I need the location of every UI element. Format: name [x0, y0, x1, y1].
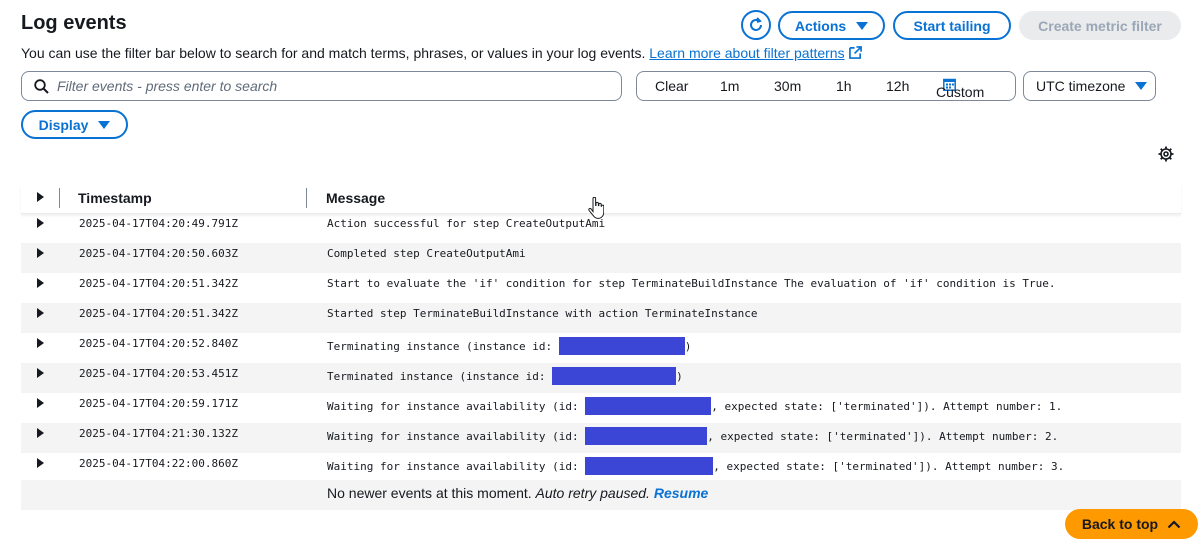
- row-message: Waiting for instance availability (id: ,…: [327, 397, 1062, 415]
- caret-down-icon: [1135, 82, 1148, 90]
- redacted-instance-id: [585, 427, 708, 445]
- create-metric-filter-button[interactable]: Create metric filter: [1019, 11, 1181, 40]
- table-row[interactable]: 2025-04-17T04:20:59.171Z Waiting for ins…: [21, 393, 1181, 423]
- range-30m[interactable]: 30m: [774, 78, 801, 94]
- external-link-icon: [848, 46, 862, 59]
- table-row[interactable]: 2025-04-17T04:20:52.840Z Terminating ins…: [21, 333, 1181, 363]
- caret-down-icon: [98, 120, 111, 129]
- range-12h[interactable]: 12h: [886, 78, 909, 94]
- range-custom-button[interactable]: Custom: [936, 78, 984, 100]
- column-divider[interactable]: [306, 188, 307, 208]
- timezone-select[interactable]: UTC timezone: [1023, 71, 1156, 101]
- page-title: Log events: [21, 12, 127, 34]
- row-message: Completed step CreateOutputAmi: [327, 247, 526, 260]
- search-icon: [34, 78, 49, 94]
- time-range-selector: Clear 1m 30m 1h 12h Custom: [636, 71, 1016, 101]
- row-timestamp: 2025-04-17T04:20:59.171Z: [79, 397, 238, 410]
- expand-row-icon[interactable]: [37, 338, 44, 348]
- row-message: Started step TerminateBuildInstance with…: [327, 307, 758, 320]
- row-timestamp: 2025-04-17T04:20:53.451Z: [79, 367, 238, 380]
- table-row[interactable]: 2025-04-17T04:20:51.342Z Start to evalua…: [21, 273, 1181, 303]
- hand-pointer-cursor-icon: [588, 197, 604, 219]
- learn-more-link[interactable]: Learn more about filter patterns: [649, 45, 862, 61]
- start-tailing-button[interactable]: Start tailing: [893, 11, 1011, 40]
- status-text: No newer events at this moment.: [327, 485, 532, 501]
- column-header-timestamp[interactable]: Timestamp: [78, 190, 152, 206]
- actions-button[interactable]: Actions: [778, 11, 885, 40]
- auto-retry-text: Auto retry paused.: [535, 485, 650, 501]
- row-timestamp: 2025-04-17T04:21:30.132Z: [79, 427, 238, 440]
- expand-row-icon[interactable]: [37, 398, 44, 408]
- expand-all-icon[interactable]: [37, 192, 44, 202]
- no-newer-events-row: No newer events at this moment. Auto ret…: [21, 480, 1181, 510]
- row-message: Waiting for instance availability (id: ,…: [327, 427, 1058, 445]
- row-timestamp: 2025-04-17T04:20:51.342Z: [79, 307, 238, 320]
- row-timestamp: 2025-04-17T04:20:51.342Z: [79, 277, 238, 290]
- filter-events-input[interactable]: [57, 78, 597, 94]
- row-timestamp: 2025-04-17T04:22:00.860Z: [79, 457, 238, 470]
- caret-down-icon: [856, 21, 869, 30]
- range-1m[interactable]: 1m: [720, 78, 739, 94]
- filter-search-box[interactable]: [21, 71, 622, 101]
- description-text: You can use the filter bar below to sear…: [21, 45, 646, 61]
- expand-row-icon[interactable]: [37, 218, 44, 228]
- expand-row-icon[interactable]: [37, 458, 44, 468]
- row-message: Waiting for instance availability (id: ,…: [327, 457, 1064, 475]
- row-message: Terminated instance (instance id: ): [327, 367, 683, 385]
- expand-row-icon[interactable]: [37, 278, 44, 288]
- redacted-instance-id: [552, 367, 677, 385]
- table-row[interactable]: 2025-04-17T04:20:51.342Z Started step Te…: [21, 303, 1181, 333]
- table-row[interactable]: 2025-04-17T04:22:00.860Z Waiting for ins…: [21, 453, 1181, 483]
- table-row[interactable]: 2025-04-17T04:20:53.451Z Terminated inst…: [21, 363, 1181, 393]
- refresh-icon: [750, 17, 762, 31]
- redacted-instance-id: [558, 337, 685, 355]
- redacted-instance-id: [585, 397, 712, 415]
- row-timestamp: 2025-04-17T04:20:52.840Z: [79, 337, 238, 350]
- expand-row-icon[interactable]: [37, 428, 44, 438]
- display-button[interactable]: Display: [21, 110, 128, 139]
- clear-range-button[interactable]: Clear: [655, 78, 688, 94]
- page-description: You can use the filter bar below to sear…: [21, 45, 862, 61]
- chevron-up-icon: [1167, 520, 1181, 529]
- refresh-button[interactable]: [741, 10, 771, 40]
- row-message: Start to evaluate the 'if' condition for…: [327, 277, 1056, 290]
- row-timestamp: 2025-04-17T04:20:49.791Z: [79, 217, 238, 230]
- expand-row-icon[interactable]: [37, 308, 44, 318]
- column-header-message[interactable]: Message: [326, 190, 385, 206]
- column-divider[interactable]: [59, 188, 60, 208]
- table-row[interactable]: 2025-04-17T04:21:30.132Z Waiting for ins…: [21, 423, 1181, 453]
- row-message: Action successful for step CreateOutputA…: [327, 217, 606, 230]
- redacted-instance-id: [585, 457, 714, 475]
- row-timestamp: 2025-04-17T04:20:50.603Z: [79, 247, 238, 260]
- table-row[interactable]: 2025-04-17T04:20:50.603Z Completed step …: [21, 243, 1181, 273]
- log-table-body: 2025-04-17T04:20:49.791Z Action successf…: [21, 213, 1181, 483]
- settings-gear-icon[interactable]: [1158, 146, 1174, 162]
- back-to-top-button[interactable]: Back to top: [1065, 509, 1198, 539]
- resume-link[interactable]: Resume: [654, 485, 708, 501]
- expand-row-icon[interactable]: [37, 248, 44, 258]
- row-message: Terminating instance (instance id: ): [327, 337, 691, 355]
- expand-row-icon[interactable]: [37, 368, 44, 378]
- range-1h[interactable]: 1h: [836, 78, 852, 94]
